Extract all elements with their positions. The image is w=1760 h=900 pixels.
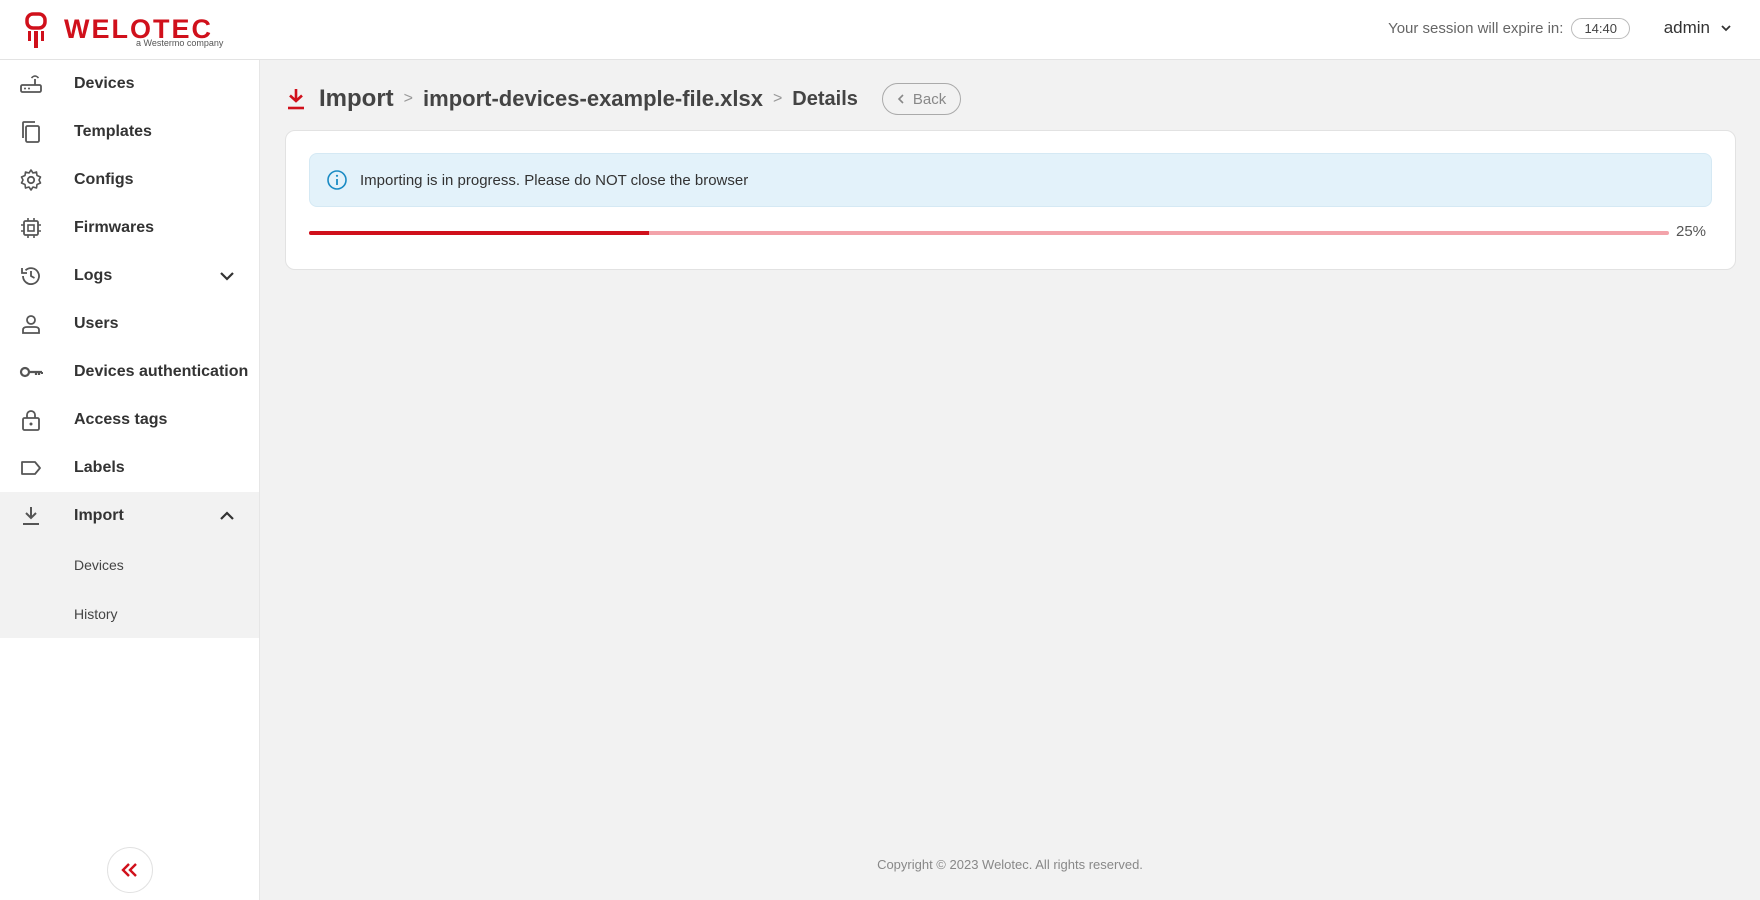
info-icon [327,170,347,190]
sidebar-group-import: Import Devices History [0,492,259,638]
sidebar-item-import[interactable]: Import [0,492,259,540]
sidebar-item-users[interactable]: Users [0,300,259,348]
breadcrumb-current: Details [792,87,858,110]
sidebar-item-firmwares[interactable]: Firmwares [0,204,259,252]
sidebar-item-label: Templates [74,123,152,140]
user-menu[interactable]: admin [1664,18,1732,38]
sidebar: Devices Templates Configs Firmwares Logs… [0,60,260,900]
sidebar-item-label: Devices [74,75,135,92]
sidebar-item-devices[interactable]: Devices [0,60,259,108]
back-button-label: Back [912,90,947,108]
session-time-badge: 14:40 [1571,18,1630,39]
collapse-sidebar-button[interactable] [107,847,153,893]
breadcrumb: Import > import-devices-example-file.xls… [285,82,962,116]
double-chevron-left-icon [121,863,137,877]
chip-icon [21,218,41,238]
breadcrumb-separator: > [403,90,414,107]
chevron-left-icon [897,94,904,104]
brand-tagline: a Westermo company [136,38,224,48]
breadcrumb-separator: > [772,90,783,107]
key-icon [19,366,43,378]
download-icon [288,89,304,110]
sidebar-item-label: Devices authentication [74,363,249,380]
progress-percent: 25% [1676,223,1707,240]
top-header: WELOTEC a Westermo company Your session … [0,0,1760,60]
breadcrumb-import[interactable]: Import [319,85,394,113]
alert-message: Importing is in progress. Please do NOT … [360,171,749,189]
sidebar-item-access-tags[interactable]: Access tags [0,396,259,444]
sidebar-item-label: Logs [74,267,113,284]
sidebar-item-label: Configs [74,171,134,188]
chevron-down-icon [220,272,234,281]
sidebar-item-label: Labels [74,459,125,476]
chevron-down-icon [1721,25,1731,32]
info-alert: Importing is in progress. Please do NOT … [309,153,1712,207]
history-icon [21,267,40,285]
chevron-up-icon [220,511,234,520]
sidebar-item-labels[interactable]: Labels [0,444,259,492]
import-progress-card: Importing is in progress. Please do NOT … [285,130,1736,270]
progress-bar [309,231,1669,235]
sidebar-item-label: Access tags [74,411,168,428]
gear-icon [20,169,42,191]
sidebar-item-label: Import [74,507,124,524]
lock-icon [22,410,40,431]
download-icon [23,507,39,525]
user-name: admin [1663,18,1710,37]
sidebar-item-devices-authentication[interactable]: Devices authentication [0,348,259,396]
sidebar-item-label: Firmwares [74,219,155,236]
sidebar-subitem-import-history[interactable]: History [0,589,259,638]
sidebar-subitem-import-devices[interactable]: Devices [0,540,259,589]
back-button[interactable]: Back [881,83,962,115]
welotec-logo-mark-icon [25,12,47,48]
copy-icon [22,121,40,143]
sidebar-item-configs[interactable]: Configs [0,156,259,204]
breadcrumb-file[interactable]: import-devices-example-file.xlsx [423,86,763,112]
session-label: Your session will expire in: [1388,20,1564,37]
sidebar-item-templates[interactable]: Templates [0,108,259,156]
user-icon [22,315,40,334]
sidebar-item-logs[interactable]: Logs [0,252,259,300]
router-icon [20,75,42,93]
footer-copyright: Copyright © 2023 Welotec. All rights res… [877,857,1143,872]
welotec-logo[interactable]: WELOTEC a Westermo company [24,12,239,50]
label-icon [21,461,41,475]
progress-bar-fill [309,231,649,235]
sidebar-item-label: Users [74,315,119,332]
session-timer: Your session will expire in: 14:40 [1388,18,1630,39]
